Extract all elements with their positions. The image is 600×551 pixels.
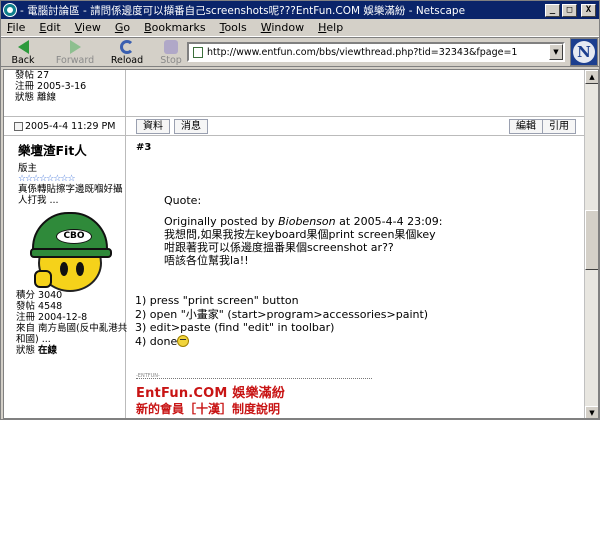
stat-points: 積分 3040 bbox=[16, 290, 63, 301]
forum-thread: 發帖 27 注冊 2005-3-16 狀態 離線 2005-4-4 11:29 … bbox=[4, 70, 584, 418]
menu-tools[interactable]: Tools bbox=[220, 21, 247, 34]
post-doc-icon bbox=[14, 122, 23, 131]
signature-divider bbox=[136, 378, 372, 379]
back-arrow-icon bbox=[17, 40, 29, 54]
reload-button[interactable]: Reload bbox=[105, 38, 149, 66]
stat-status-value: 在線 bbox=[38, 345, 58, 356]
stop-icon bbox=[164, 40, 178, 54]
signature-site-name[interactable]: EntFun.COM 娛樂滿紛 bbox=[136, 382, 285, 401]
menu-window[interactable]: Window bbox=[261, 21, 304, 34]
menu-bookmarks[interactable]: Bookmarks bbox=[144, 21, 205, 34]
stat-posts: 發帖 4548 bbox=[16, 301, 63, 312]
minimize-button[interactable]: _ bbox=[545, 3, 560, 17]
quote-author: Biobenson bbox=[278, 215, 336, 228]
step-line: 4) done bbox=[135, 334, 178, 348]
prev-status: 狀態 離線 bbox=[15, 92, 57, 103]
stop-label: Stop bbox=[160, 55, 182, 66]
reload-icon bbox=[120, 40, 134, 54]
prev-posts: 發帖 27 bbox=[15, 70, 50, 81]
rank-stars-icon: ☆☆☆☆☆☆☆☆ bbox=[18, 174, 76, 184]
quote-header-prefix: Originally posted by bbox=[164, 215, 275, 228]
quote-block: Quote: Originally posted by Biobenson at… bbox=[164, 194, 443, 267]
prev-registered: 注冊 2005-3-16 bbox=[15, 81, 87, 92]
scroll-down-button[interactable]: ▼ bbox=[585, 406, 598, 418]
netscape-logo-icon: N bbox=[573, 41, 595, 63]
avatar-thumbs-up-icon bbox=[34, 270, 52, 288]
post-number[interactable]: #3 bbox=[136, 142, 151, 153]
quote-header-suffix: at 2005-4-4 23:09: bbox=[339, 215, 443, 228]
message-button[interactable]: 消息 bbox=[174, 119, 208, 134]
step-line: 1) press "print screen" button bbox=[135, 294, 299, 307]
menu-go[interactable]: Go bbox=[115, 21, 130, 34]
stat-from: 來自 南方島國(反中亂港共和國) ... bbox=[16, 323, 128, 345]
avatar-eye-right bbox=[76, 262, 84, 276]
vertical-scrollbar[interactable]: ▲ ▼ bbox=[584, 70, 598, 418]
navigation-toolbar: Back Forward Reload Stop http://www.entf… bbox=[1, 37, 599, 67]
edit-button[interactable]: 編輯 bbox=[509, 119, 543, 134]
netscape-throbber[interactable]: N bbox=[570, 38, 598, 66]
author-stats: 積分 3040 發帖 4548 注冊 2004-12-8 來自 南方島國(反中亂… bbox=[16, 290, 128, 356]
window-title: - 電腦討論區 - 請問係邊度可以擷番自己screenshots呢???EntF… bbox=[20, 4, 466, 17]
post-date-text: 2005-4-4 11:29 PM bbox=[25, 121, 116, 132]
quote-line: 我想問,如果我按左keyboard果個print screen果個key bbox=[164, 228, 436, 241]
step-line: 3) edit>paste (find "edit" in toolbar) bbox=[135, 321, 335, 335]
url-dropdown-button[interactable]: ▼ bbox=[549, 44, 563, 60]
avatar-badge: CBO bbox=[56, 229, 92, 244]
menu-help[interactable]: Help bbox=[318, 21, 343, 34]
back-button[interactable]: Back bbox=[1, 38, 45, 66]
scroll-up-button[interactable]: ▲ bbox=[585, 70, 598, 84]
forward-button[interactable]: Forward bbox=[53, 38, 97, 66]
quote-line: 咁跟著我可以係邊度搵番果個screenshot ar?? bbox=[164, 241, 394, 254]
author-info: 樂壇渣Fit人 版主 ☆☆☆☆☆☆☆☆ 真係轉貼擦字邊既嗰好攝人打我 ... bbox=[18, 140, 128, 206]
previous-post-info: 發帖 27 注冊 2005-3-16 狀態 離線 bbox=[15, 70, 86, 103]
avatar-eye-left bbox=[60, 262, 68, 276]
menu-file[interactable]: File bbox=[7, 21, 25, 34]
page-content: 發帖 27 注冊 2005-3-16 狀態 離線 2005-4-4 11:29 … bbox=[3, 69, 599, 419]
close-button[interactable]: X bbox=[581, 3, 596, 17]
smile-icon bbox=[177, 334, 190, 347]
netscape-app-icon bbox=[3, 3, 17, 17]
post-date: 2005-4-4 11:29 PM bbox=[14, 121, 115, 132]
step-line: 2) open "小畫家" (start>program>accessories… bbox=[135, 307, 429, 321]
url-input[interactable]: http://www.entfun.com/bbs/viewthread.php… bbox=[207, 47, 549, 58]
stat-registered: 注冊 2004-12-8 bbox=[16, 312, 88, 323]
address-bar[interactable]: http://www.entfun.com/bbs/viewthread.php… bbox=[187, 42, 565, 62]
profile-button[interactable]: 資料 bbox=[136, 119, 170, 134]
menu-edit[interactable]: Edit bbox=[39, 21, 60, 34]
reply-steps: 1) press "print screen" button 2) open "… bbox=[135, 294, 428, 348]
stat-status-label: 狀態 bbox=[16, 345, 36, 356]
author-avatar: CBO bbox=[30, 210, 112, 294]
forward-label: Forward bbox=[55, 55, 95, 66]
title-bar: - 電腦討論區 - 請問係邊度可以擷番自己screenshots呢???EntF… bbox=[1, 1, 599, 19]
scroll-thumb[interactable] bbox=[585, 210, 598, 270]
menu-view[interactable]: View bbox=[75, 21, 101, 34]
quote-label: Quote: bbox=[164, 194, 202, 207]
quote-line: 唔該各位幫我la!! bbox=[164, 254, 249, 267]
avatar-helmet-brim bbox=[30, 248, 112, 258]
forward-arrow-icon bbox=[69, 40, 81, 54]
page-icon bbox=[193, 46, 203, 58]
quote-header: Originally posted by Biobenson at 2005-4… bbox=[164, 215, 443, 228]
browser-window: - 電腦討論區 - 請問係邊度可以擷番自己screenshots呢???EntF… bbox=[0, 0, 600, 420]
maximize-button[interactable]: □ bbox=[562, 3, 577, 17]
menu-bar: File Edit View Go Bookmarks Tools Window… bbox=[1, 19, 599, 37]
signature-link[interactable]: 新的會員［十漢］制度說明 bbox=[136, 400, 280, 417]
post-header-row: 2005-4-4 11:29 PM 資料 消息 編輯 引用 bbox=[4, 116, 584, 136]
back-label: Back bbox=[11, 55, 35, 66]
author-name[interactable]: 樂壇渣Fit人 bbox=[18, 140, 128, 159]
step-line-4: 4) done bbox=[135, 334, 428, 349]
quote-button[interactable]: 引用 bbox=[542, 119, 576, 134]
stat-status: 狀態 在線 bbox=[16, 345, 128, 356]
author-signature: 真係轉貼擦字邊既嗰好攝人打我 ... bbox=[18, 184, 123, 206]
reload-label: Reload bbox=[110, 55, 144, 66]
author-rank: 版主 bbox=[18, 163, 38, 174]
